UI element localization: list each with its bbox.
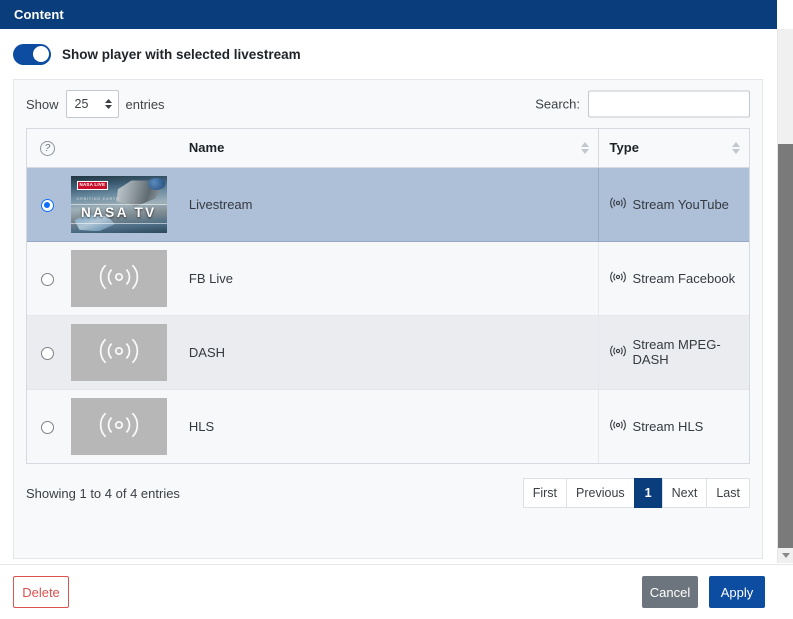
delete-button[interactable]: Delete: [13, 576, 69, 608]
row-name-cell: HLS: [188, 418, 215, 434]
row-thumbnail-cell: [68, 389, 178, 463]
row-type-cell: Stream HLS: [597, 389, 749, 463]
row-type-cell: Stream YouTube: [597, 167, 749, 242]
search-label: Search:: [535, 96, 580, 112]
nasa-tv-thumbnail: NASA LIVE ORBITING EARTH NASA TV: [70, 175, 167, 233]
thumbnail-badge: NASA LIVE: [76, 181, 109, 190]
row-type-label: Stream MPEG-DASH: [632, 337, 721, 367]
thumbnail-title: NASA TV: [70, 204, 167, 224]
column-header-name[interactable]: Name: [177, 129, 599, 168]
row-type-label: Stream Facebook: [632, 270, 736, 286]
page-size-value: 25: [74, 97, 89, 111]
search-control: Search:: [535, 90, 750, 118]
placeholder-broadcast-thumbnail: [70, 323, 167, 381]
livestream-table-wrapper: ? Name Type NASA LIVE ORBITING EARTH NAS…: [26, 128, 750, 464]
content-dialog: Content Show player with selected livest…: [0, 0, 793, 619]
column-header-type[interactable]: Type: [597, 129, 749, 168]
row-thumbnail-cell: [67, 241, 178, 316]
table-row[interactable]: DASH Stream MPEG-DASH: [27, 315, 749, 390]
dialog-title: Content: [14, 7, 64, 22]
livestream-table-panel: Show 25 entries Search: ? Name Type NASA…: [13, 79, 763, 559]
row-name-cell: Livestream: [177, 167, 599, 242]
row-type-label: Stream YouTube: [632, 196, 729, 212]
vertical-scrollbar[interactable]: [777, 29, 793, 563]
row-radio-button[interactable]: [40, 346, 54, 360]
broadcast-icon: [609, 419, 626, 434]
table-row[interactable]: NASA LIVE ORBITING EARTH NASA TV Livestr…: [27, 167, 749, 242]
row-select-cell: [27, 167, 68, 242]
row-select-cell: [27, 241, 68, 316]
broadcast-icon: [609, 344, 626, 360]
thumbnail-subtitle: ORBITING EARTH: [76, 197, 120, 202]
table-controls: Show 25 entries Search:: [14, 80, 762, 128]
pagination-page-1[interactable]: 1: [633, 478, 662, 508]
column-header-name-label: Name: [188, 140, 225, 156]
toggle-knob: [32, 46, 49, 62]
row-select-cell: [27, 315, 68, 390]
pagination: First Previous 1 Next Last: [522, 478, 750, 508]
table-footer: Showing 1 to 4 of 4 entries First Previo…: [14, 464, 762, 522]
broadcast-icon: [609, 270, 626, 286]
scroll-down-arrow-icon[interactable]: [778, 547, 793, 563]
column-header-type-label: Type: [609, 140, 639, 156]
scrollbar-thumb[interactable]: [778, 144, 793, 548]
page-size-select[interactable]: 25: [65, 90, 119, 118]
column-header-thumbnail: [67, 129, 178, 168]
row-type-label: Stream HLS: [632, 418, 704, 434]
table-body: NASA LIVE ORBITING EARTH NASA TV Livestr…: [27, 167, 749, 463]
sort-arrows-icon[interactable]: [732, 141, 740, 154]
row-radio-button[interactable]: [40, 198, 54, 212]
show-player-toggle-label: Show player with selected livestream: [62, 46, 301, 62]
broadcast-icon: [609, 196, 626, 212]
row-name-cell: FB Live: [177, 241, 599, 316]
table-header-row: ? Name Type: [27, 129, 749, 168]
pagination-previous[interactable]: Previous: [566, 478, 634, 508]
show-player-toggle[interactable]: [13, 43, 51, 65]
cancel-button[interactable]: Cancel: [642, 576, 698, 608]
row-thumbnail-cell: NASA LIVE ORBITING EARTH NASA TV: [67, 167, 178, 242]
entries-label: entries: [125, 96, 165, 112]
dialog-action-bar: Delete Cancel Apply: [0, 564, 793, 619]
showing-entries-text: Showing 1 to 4 of 4 entries: [26, 485, 180, 501]
help-circle-icon[interactable]: ?: [39, 141, 55, 157]
pagination-first[interactable]: First: [522, 478, 567, 508]
pagination-last[interactable]: Last: [706, 478, 750, 508]
row-type-cell: Stream MPEG-DASH: [597, 315, 749, 390]
table-row[interactable]: HLS Stream HLS: [27, 389, 749, 463]
broadcast-icon: [98, 263, 140, 294]
table-row[interactable]: FB Live Stream Facebook: [27, 241, 749, 316]
row-thumbnail-cell: [67, 315, 178, 390]
table-head: ? Name Type: [27, 129, 749, 168]
broadcast-icon: [98, 411, 140, 442]
column-header-select: ?: [27, 129, 68, 168]
pagination-next[interactable]: Next: [661, 478, 707, 508]
row-name-cell: DASH: [177, 315, 599, 390]
row-type-cell: Stream Facebook: [597, 241, 749, 316]
placeholder-broadcast-thumbnail: [70, 249, 167, 307]
dialog-titlebar: Content: [0, 0, 777, 29]
placeholder-broadcast-thumbnail: [70, 397, 167, 455]
row-radio-button[interactable]: [40, 272, 54, 286]
livestream-table: ? Name Type NASA LIVE ORBITING EARTH NAS…: [27, 129, 749, 463]
row-select-cell: [27, 389, 68, 463]
stepper-icon: [104, 98, 113, 110]
apply-button[interactable]: Apply: [709, 576, 765, 608]
show-player-toggle-row: Show player with selected livestream: [0, 29, 777, 79]
row-radio-button[interactable]: [40, 420, 54, 434]
broadcast-icon: [98, 337, 140, 368]
search-input[interactable]: [588, 90, 750, 118]
sort-arrows-icon[interactable]: [580, 141, 589, 154]
show-label: Show: [26, 96, 59, 112]
page-size-control: Show 25 entries: [26, 90, 165, 118]
